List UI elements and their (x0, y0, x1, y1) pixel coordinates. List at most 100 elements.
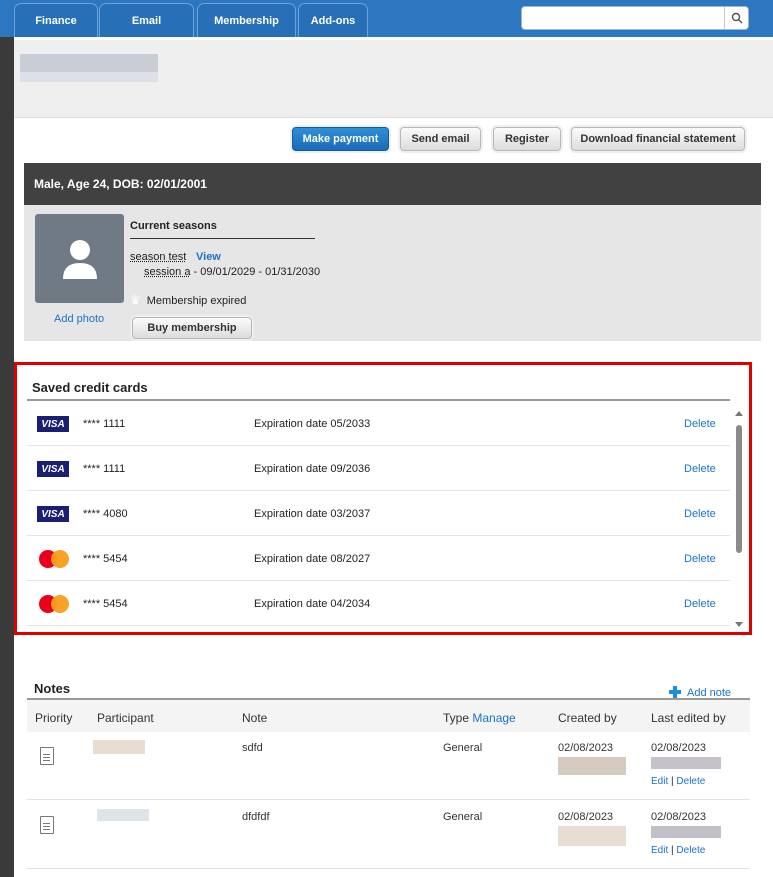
action-separator: | (671, 776, 674, 787)
session-dates: - 09/01/2029 - 01/31/2030 (190, 266, 321, 278)
redacted-editor (651, 757, 721, 769)
seasons-divider (130, 238, 315, 239)
card-number: **** 5454 (83, 553, 128, 565)
search-button[interactable] (724, 7, 748, 29)
cards-scrollbar[interactable] (733, 409, 745, 629)
redacted-creator (558, 826, 626, 846)
redacted-creator (558, 757, 626, 775)
col-last-edited-by: Last edited by (651, 711, 726, 725)
card-expiration: Expiration date 04/2034 (254, 598, 371, 610)
membership-status: ♛ Membership expired (130, 293, 246, 307)
edit-note-link[interactable]: Edit (651, 845, 668, 856)
participant-name-bar (14, 40, 773, 118)
card-row: **** 5454 Expiration date 08/2027 Delete (27, 536, 730, 581)
tab-add-ons[interactable]: Add-ons (298, 3, 368, 37)
col-type-label: Type (443, 711, 470, 725)
scroll-down-icon (735, 622, 743, 627)
col-note: Note (242, 711, 268, 725)
make-payment-button[interactable]: Make payment (292, 127, 389, 151)
document-icon (40, 816, 54, 834)
card-expiration: Expiration date 09/2036 (254, 463, 371, 475)
note-row: sdfd General 02/08/2023 02/08/2023 Edit … (27, 732, 750, 800)
card-number: **** 1111 (83, 463, 126, 475)
delete-card-link[interactable]: Delete (684, 598, 716, 610)
notes-table-header: Priority Participant Note Type Manage Cr… (27, 700, 750, 732)
col-type: Type Manage (443, 711, 516, 725)
note-edited-date: 02/08/2023 (651, 811, 707, 823)
note-type: General (443, 811, 483, 823)
delete-card-link[interactable]: Delete (684, 463, 716, 475)
plus-icon (669, 686, 681, 698)
note-text: sdfd (242, 742, 263, 754)
note-actions: Edit | Delete (651, 845, 705, 856)
card-row: **** 5454 Expiration date 04/2034 Delete (27, 581, 730, 626)
redacted-participant (97, 809, 149, 821)
note-row: dfdfdf General 02/08/2023 02/08/2023 Edi… (27, 801, 750, 869)
send-email-button[interactable]: Send email (400, 127, 481, 151)
session-row: session a - 09/01/2029 - 01/31/2030 (144, 266, 320, 278)
redacted-name (20, 72, 158, 82)
main-panel: Make payment Send email Register Downloa… (14, 37, 773, 877)
profile-header: Male, Age 24, DOB: 02/01/2001 (24, 163, 761, 205)
membership-status-label: Membership expired (146, 295, 247, 307)
col-participant: Participant (97, 711, 154, 725)
delete-note-link[interactable]: Delete (676, 776, 705, 787)
saved-cards-title: Saved credit cards (32, 380, 148, 395)
add-photo-link[interactable]: Add photo (54, 313, 104, 325)
col-priority: Priority (35, 711, 73, 725)
note-created-date: 02/08/2023 (558, 742, 614, 754)
session-name: session a (144, 266, 191, 278)
delete-note-link[interactable]: Delete (676, 845, 705, 856)
download-statement-button[interactable]: Download financial statement (571, 127, 745, 151)
season-view-link[interactable]: View (196, 251, 221, 263)
season-name: season test (130, 251, 187, 263)
note-edited-date: 02/08/2023 (651, 742, 707, 754)
card-number: **** 1111 (83, 418, 126, 430)
card-expiration: Expiration date 03/2037 (254, 508, 371, 520)
card-row: VISA **** 4080 Expiration date 03/2037 D… (27, 491, 730, 536)
scrollbar-thumb[interactable] (736, 425, 742, 553)
visa-icon: VISA (37, 506, 69, 522)
card-expiration: Expiration date 05/2033 (254, 418, 371, 430)
scroll-up-icon (735, 411, 743, 416)
add-note-button[interactable]: Add note (669, 684, 731, 699)
user-icon (62, 239, 97, 279)
note-text: dfdfdf (242, 811, 270, 823)
delete-card-link[interactable]: Delete (684, 418, 716, 430)
delete-card-link[interactable]: Delete (684, 508, 716, 520)
tab-finance[interactable]: Finance (14, 3, 98, 37)
tab-membership[interactable]: Membership (197, 3, 296, 37)
note-type: General (443, 742, 483, 754)
mastercard-icon (39, 595, 69, 613)
card-row: VISA **** 1111 Expiration date 05/2033 D… (27, 401, 730, 446)
current-seasons-heading: Current seasons (130, 220, 217, 232)
card-number: **** 4080 (83, 508, 128, 520)
redacted-participant (93, 740, 145, 754)
notes-title: Notes (34, 681, 71, 696)
avatar[interactable] (35, 214, 124, 303)
left-strip (0, 37, 14, 877)
search-input[interactable] (521, 6, 749, 30)
search-icon (731, 12, 742, 24)
manage-types-link[interactable]: Manage (472, 711, 515, 725)
visa-icon: VISA (37, 461, 69, 477)
document-icon (40, 747, 54, 765)
col-created-by: Created by (558, 711, 617, 725)
redacted-name (20, 54, 158, 72)
tab-email[interactable]: Email (99, 3, 194, 37)
action-separator: | (671, 845, 674, 856)
register-button[interactable]: Register (493, 127, 561, 151)
redacted-editor (651, 826, 721, 838)
crown-icon: ♛ (130, 293, 141, 307)
delete-card-link[interactable]: Delete (684, 553, 716, 565)
profile-body: Add photo Current seasons season test Vi… (24, 205, 761, 341)
edit-note-link[interactable]: Edit (651, 776, 668, 787)
card-number: **** 5454 (83, 598, 128, 610)
note-actions: Edit | Delete (651, 776, 705, 787)
mastercard-icon (39, 550, 69, 568)
card-row: VISA **** 1111 Expiration date 09/2036 D… (27, 446, 730, 491)
note-created-date: 02/08/2023 (558, 811, 614, 823)
top-nav: Finance Email Membership Add-ons (0, 0, 773, 37)
visa-icon: VISA (37, 416, 69, 432)
buy-membership-button[interactable]: Buy membership (132, 317, 252, 339)
